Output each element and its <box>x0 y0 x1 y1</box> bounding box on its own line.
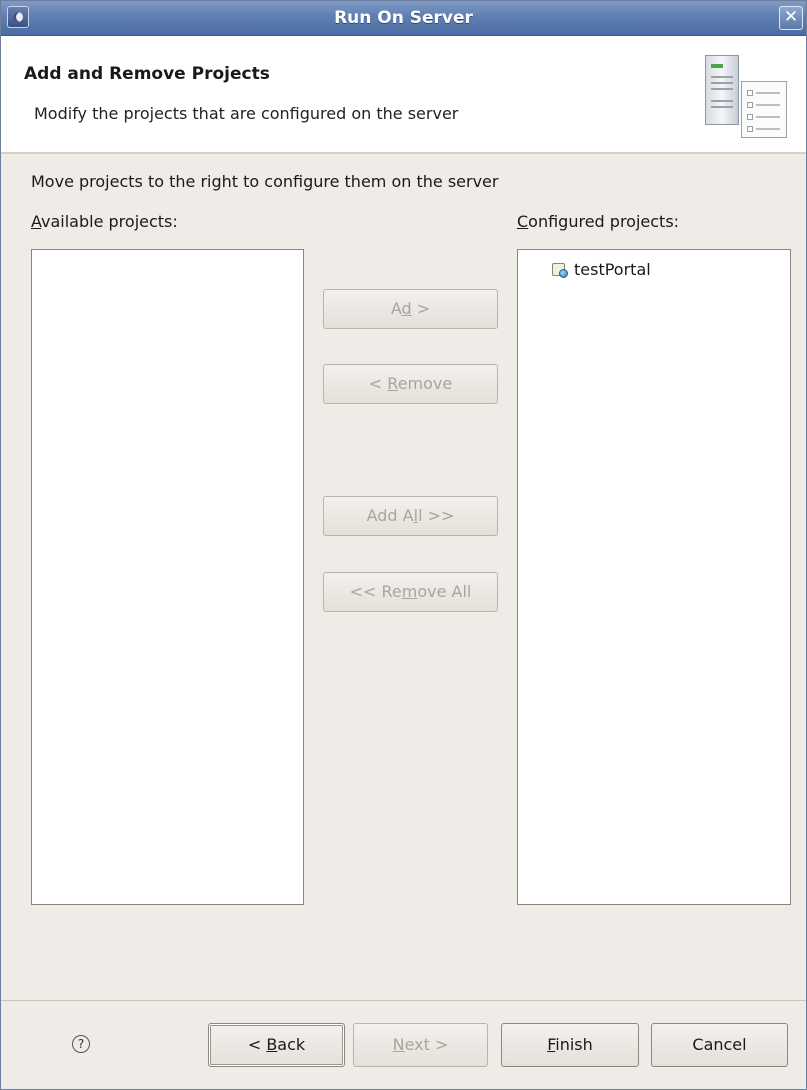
window-title: Run On Server <box>334 8 473 28</box>
configured-projects-label: Configured projects: <box>517 212 680 231</box>
instruction-text: Move projects to the right to configure … <box>31 172 499 191</box>
list-item[interactable]: testPortal <box>552 260 651 279</box>
close-button[interactable]: ✕ <box>779 6 803 30</box>
back-button[interactable]: < Back <box>208 1023 345 1067</box>
document-graphic <box>741 81 787 138</box>
footer-separator <box>1 1000 806 1001</box>
server-wizard-icon <box>695 53 793 141</box>
remove-all-button[interactable]: << Remove All <box>323 572 498 612</box>
help-icon[interactable]: ? <box>72 1035 90 1053</box>
remove-button[interactable]: < Remove <box>323 364 498 404</box>
web-project-icon <box>552 262 568 278</box>
available-projects-list[interactable] <box>31 249 304 905</box>
configured-projects-list[interactable]: testPortal <box>517 249 791 905</box>
cancel-button[interactable]: Cancel <box>651 1023 788 1067</box>
server-tower-graphic <box>705 55 739 125</box>
run-on-server-dialog: Run On Server ✕ Add and Remove Projects … <box>0 0 807 1090</box>
add-all-button[interactable]: Add All >> <box>323 496 498 536</box>
available-projects-label: Available projects: <box>31 212 178 231</box>
wizard-page-description: Modify the projects that are configured … <box>34 104 459 123</box>
project-name: testPortal <box>574 260 651 279</box>
wizard-header-banner: Add and Remove Projects Modify the proje… <box>1 36 806 154</box>
add-button[interactable]: Ad > <box>323 289 498 329</box>
next-button[interactable]: Next > <box>353 1023 488 1067</box>
wizard-page-title: Add and Remove Projects <box>24 64 270 84</box>
finish-button[interactable]: Finish <box>501 1023 639 1067</box>
title-bar[interactable]: Run On Server ✕ <box>1 1 806 36</box>
